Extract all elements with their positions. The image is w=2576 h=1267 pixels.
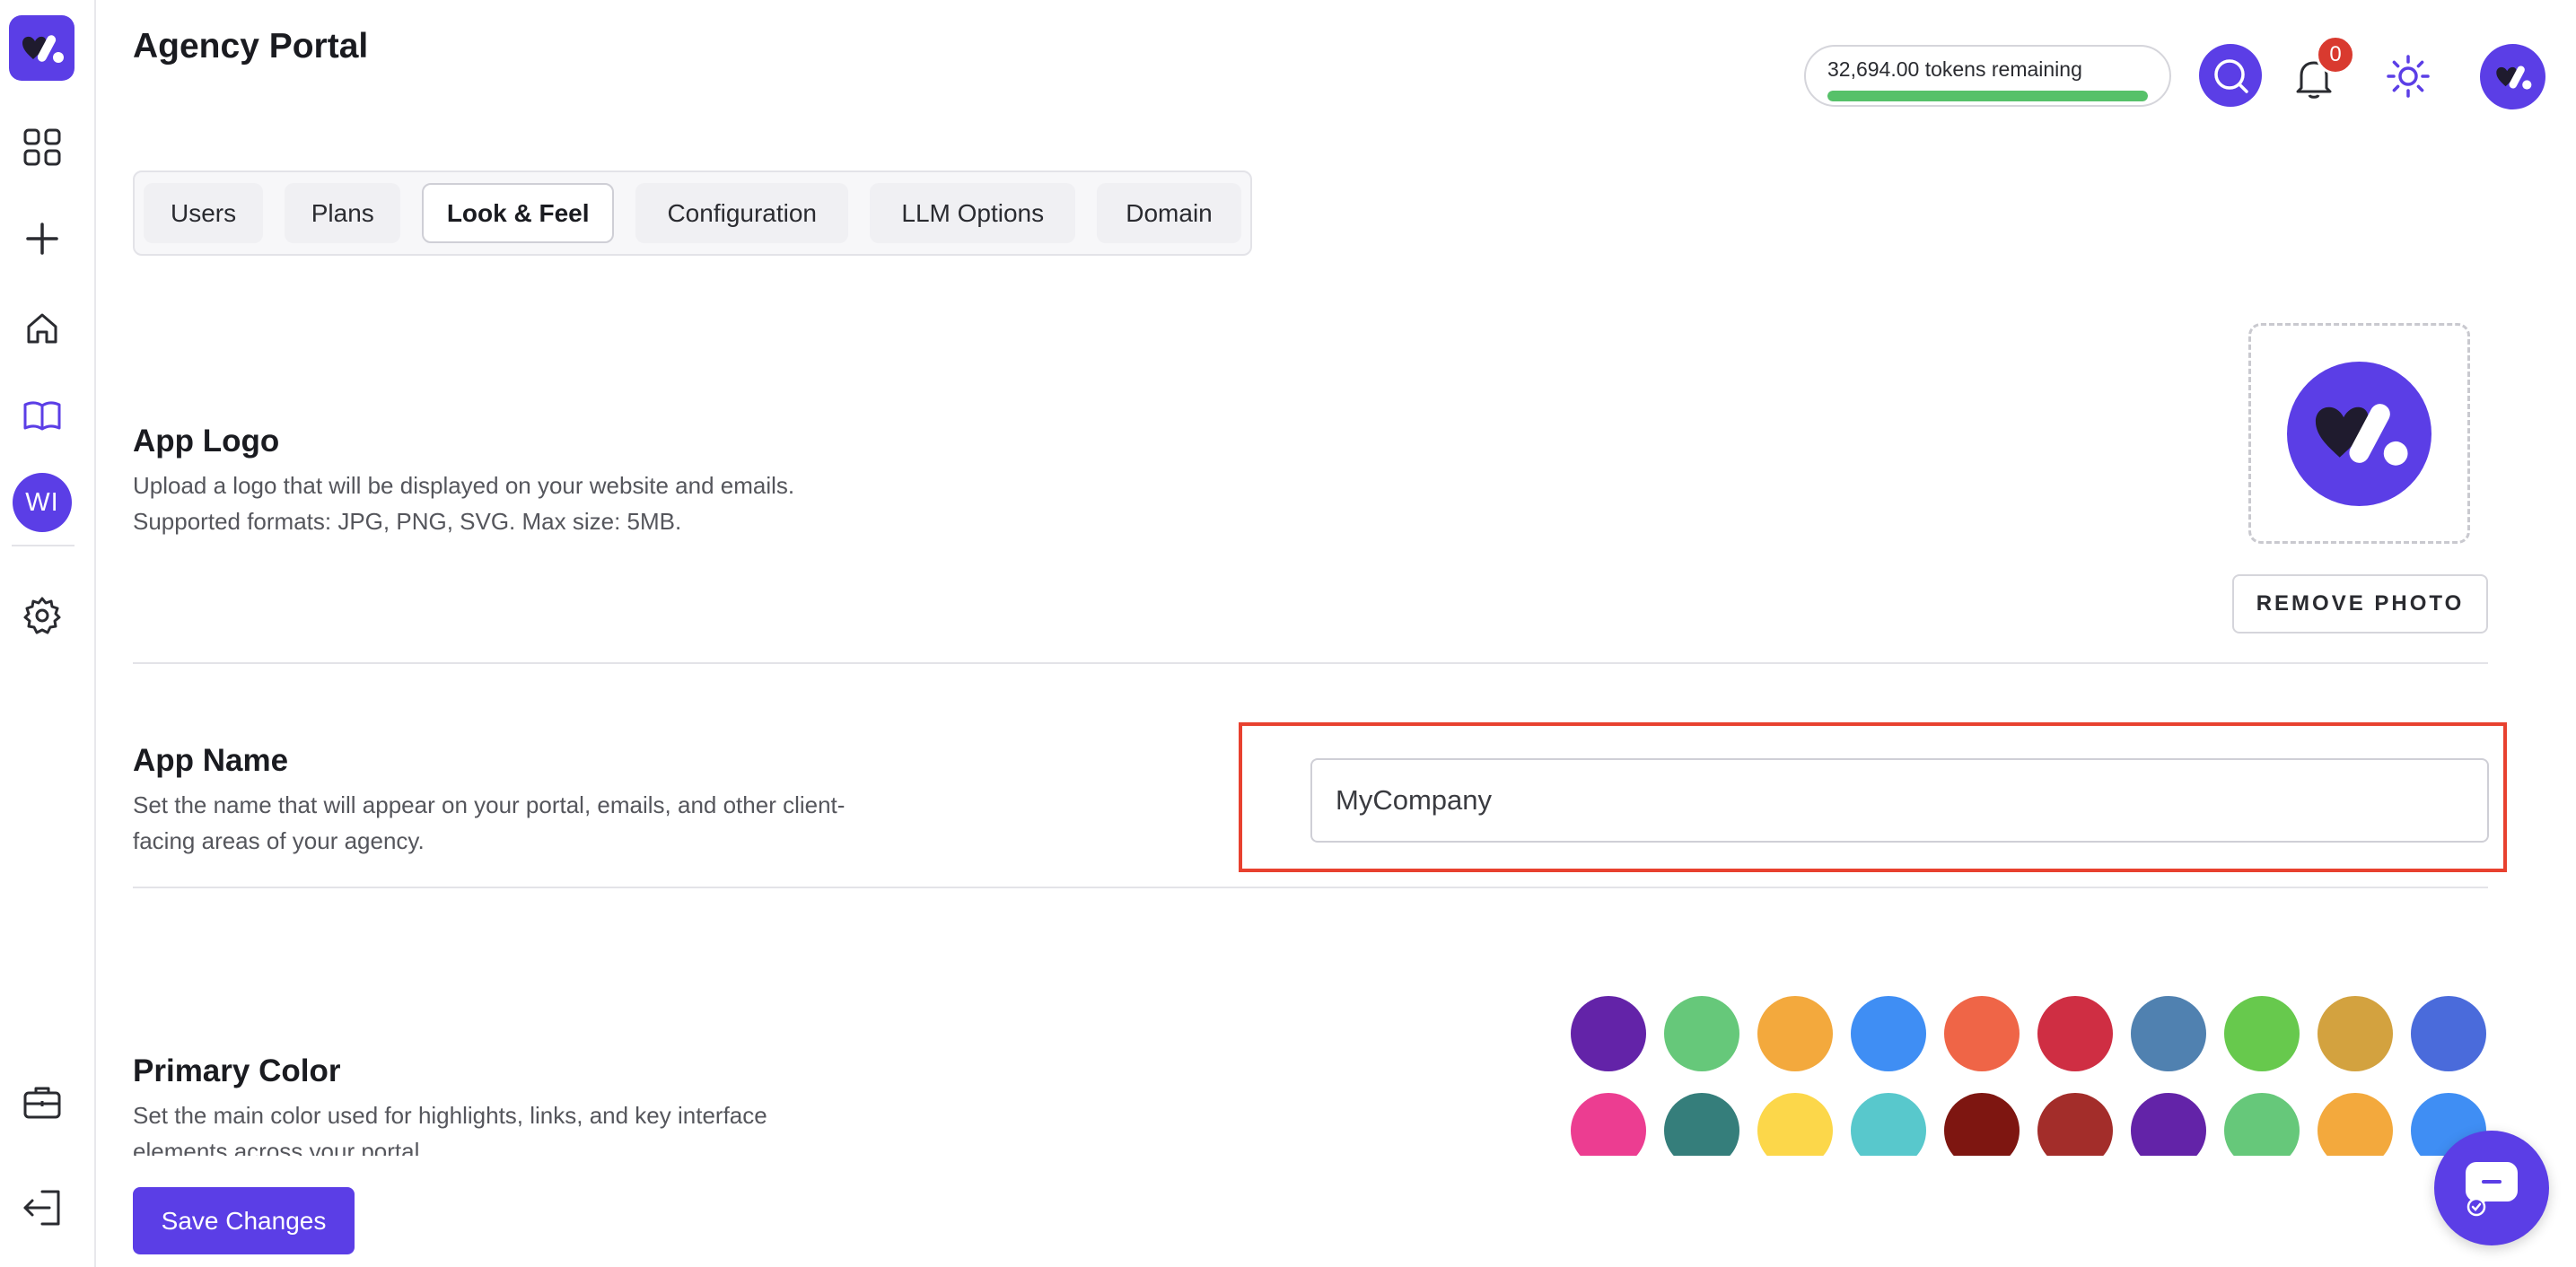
search-button[interactable] (2199, 44, 2262, 107)
grid-icon[interactable] (15, 120, 69, 174)
remove-photo-button[interactable]: REMOVE PHOTO (2232, 574, 2488, 634)
logout-icon[interactable] (15, 1181, 69, 1235)
page-title: Agency Portal (133, 27, 369, 66)
app-name-title: App Name (133, 743, 289, 778)
search-icon (2214, 59, 2248, 93)
color-swatch[interactable] (1664, 996, 1739, 1071)
app-name-desc-line-1: Set the name that will appear on your po… (133, 791, 846, 818)
tab-users[interactable]: Users (144, 183, 264, 243)
app-logo-description: Upload a logo that will be displayed on … (133, 467, 941, 539)
settings-tabs: Users Plans Look & Feel Configuration LL… (133, 170, 1252, 256)
briefcase-icon[interactable] (15, 1075, 69, 1129)
tab-domain[interactable]: Domain (1097, 183, 1241, 243)
brand-mark-icon (2315, 404, 2408, 466)
color-swatch[interactable] (1757, 996, 1833, 1071)
app-logo-desc-line-2: Supported formats: JPG, PNG, SVG. Max si… (133, 508, 682, 535)
primary-color-desc-line-1: Set the main color used for highlights, … (133, 1102, 767, 1129)
uploaded-logo (2287, 361, 2431, 506)
tab-look-and-feel[interactable]: Look & Feel (422, 183, 614, 243)
color-swatch[interactable] (2131, 996, 2206, 1071)
gear-icon[interactable] (15, 589, 69, 642)
brand-mark-icon (2495, 65, 2531, 90)
color-swatch[interactable] (2318, 996, 2393, 1071)
sidebar-divider (12, 545, 74, 546)
footer-bar (97, 1156, 2576, 1267)
color-swatch-grid (1571, 996, 2491, 1168)
home-icon[interactable] (15, 301, 69, 355)
app-name-input[interactable] (1310, 758, 2489, 843)
color-swatch[interactable] (2037, 996, 2113, 1071)
tokens-remaining-pill: 32,694.00 tokens remaining (1804, 45, 2171, 107)
app-logo-icon[interactable] (9, 15, 74, 81)
tokens-progress-fill (1827, 91, 2148, 101)
save-changes-button[interactable]: Save Changes (133, 1187, 355, 1254)
sun-icon (2387, 55, 2430, 98)
tab-llm-options[interactable]: LLM Options (870, 183, 1076, 243)
app-logo-title: App Logo (133, 424, 280, 459)
app-name-desc-line-2: facing areas of your agency. (133, 827, 425, 854)
section-divider (133, 662, 2488, 664)
workspace-initials: WI (25, 487, 59, 517)
tokens-remaining-text: 32,694.00 tokens remaining (1827, 57, 2082, 81)
tokens-progress-bar (1827, 91, 2148, 101)
color-swatch[interactable] (1944, 996, 2020, 1071)
plus-icon[interactable] (15, 212, 69, 266)
chat-icon (2466, 1162, 2518, 1217)
notification-count: 0 (2329, 42, 2342, 66)
user-avatar[interactable] (2480, 44, 2545, 109)
color-swatch[interactable] (1571, 996, 1646, 1071)
theme-toggle-button[interactable] (2379, 47, 2438, 106)
notification-count-badge: 0 (2316, 35, 2355, 74)
color-swatch[interactable] (2411, 996, 2486, 1071)
app-logo-desc-line-1: Upload a logo that will be displayed on … (133, 472, 795, 499)
tab-plans[interactable]: Plans (285, 183, 401, 243)
chat-support-button[interactable] (2434, 1131, 2549, 1245)
section-divider (133, 887, 2488, 888)
color-swatch[interactable] (2224, 996, 2300, 1071)
book-icon[interactable] (15, 389, 69, 443)
primary-color-title: Primary Color (133, 1053, 341, 1088)
app-name-description: Set the name that will appear on your po… (133, 787, 941, 859)
logo-upload-dropzone[interactable] (2248, 323, 2470, 544)
color-swatch[interactable] (1851, 996, 1926, 1071)
workspace-avatar[interactable]: WI (13, 473, 72, 532)
sidebar: WI (0, 0, 96, 1267)
tab-configuration[interactable]: Configuration (635, 183, 849, 243)
